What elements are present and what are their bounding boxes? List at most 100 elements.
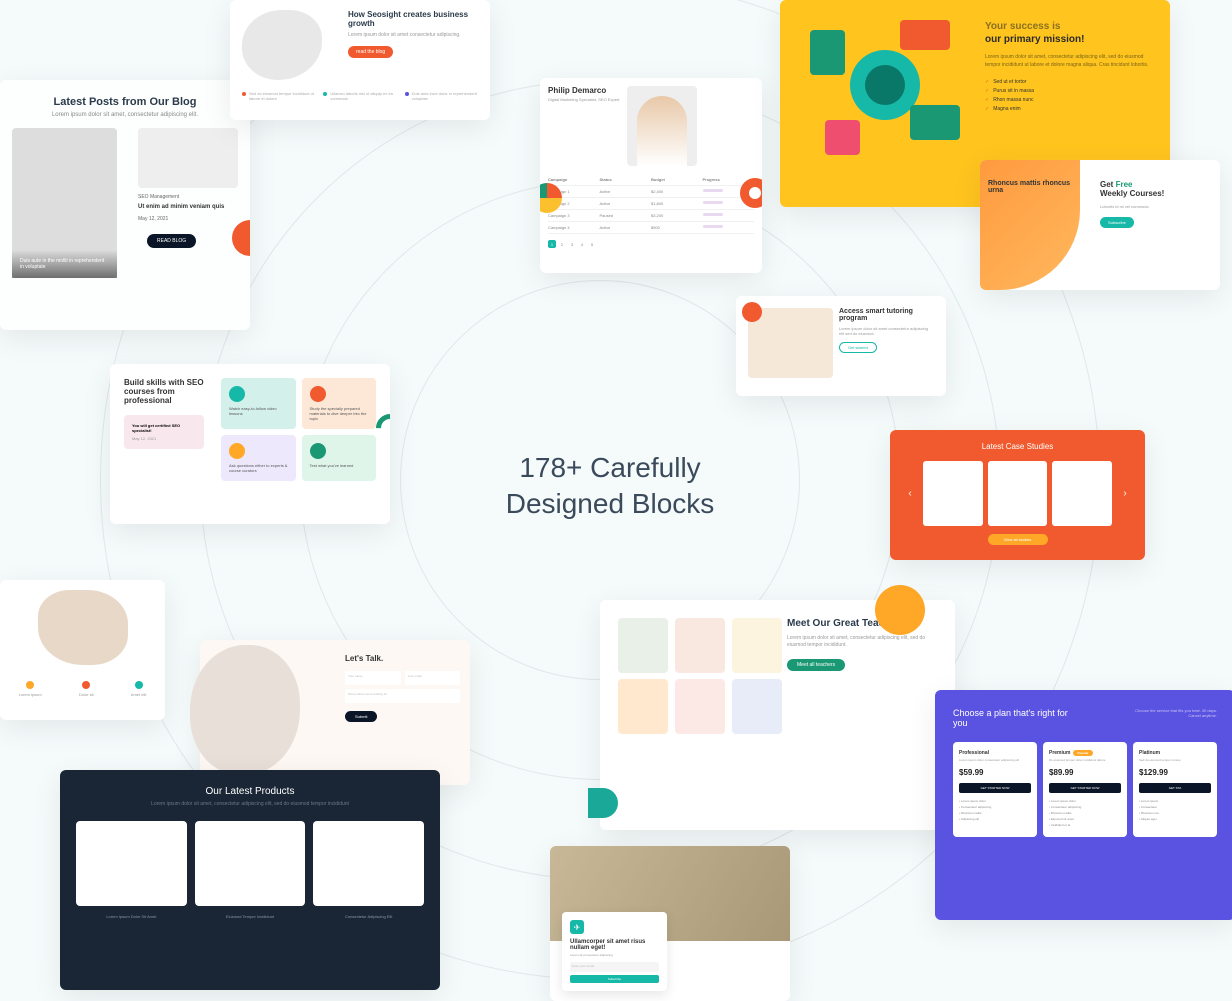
block-growth: How Seosight creates business growth Lor… xyxy=(230,0,490,120)
seo-cert-tile: You will get certified SEO specialist! M… xyxy=(124,415,204,449)
block-weekly-courses: Rhoncus mattis rhoncus urna Get FreeWeek… xyxy=(980,160,1220,290)
blog-featured-image[interactable]: Duis aute in the mollit in reprehenderit… xyxy=(12,128,117,278)
teacher-photo[interactable] xyxy=(732,618,782,673)
plan-cta-button[interactable]: GET STA xyxy=(1139,783,1211,793)
newsletter-subscribe-button[interactable]: Subscribe xyxy=(570,975,659,983)
products-title: Our Latest Products xyxy=(76,786,424,797)
read-blog-button[interactable]: READ BLOG xyxy=(147,234,196,248)
page-button[interactable]: 2 xyxy=(558,240,566,248)
plan-cta-button[interactable]: GET STARTED NOW xyxy=(959,783,1031,793)
pricing-plan[interactable]: Professional Lorem ipsum dolor consectet… xyxy=(953,742,1037,837)
case-study-card[interactable] xyxy=(1052,461,1112,526)
next-arrow[interactable]: › xyxy=(1117,461,1133,526)
seo-tile[interactable]: Watch easy-to-follow video lessons xyxy=(221,378,296,429)
block-contact-form: Let's Talk. Your name Your email Tell us… xyxy=(200,640,470,785)
block-products-dark: Our Latest Products Lorem ipsum dolor si… xyxy=(60,770,440,990)
block-case-studies-orange: Latest Case Studies ‹ › View all studies xyxy=(890,430,1145,560)
bullet-item: ✓Rhon massa nunc xyxy=(985,97,1150,103)
plan-cta-button[interactable]: GET STARTED NOW xyxy=(1049,783,1121,793)
decorative-semicircle xyxy=(232,220,250,256)
table-row[interactable]: Campaign 1Active$2,400 xyxy=(548,186,754,198)
email-input[interactable]: Your email xyxy=(405,671,461,685)
block-newsletter: ✈ Ullamcorper sit amet risus nullam eget… xyxy=(550,846,790,1001)
teacher-photo[interactable] xyxy=(618,679,668,734)
mission-graphic xyxy=(800,20,980,160)
tutoring-title: Access smart tutoring program xyxy=(839,308,934,322)
page-button[interactable]: 4 xyxy=(578,240,586,248)
bullet-item: ✓Sed ut et tortor xyxy=(985,79,1150,85)
newsletter-email-input[interactable]: Enter your email xyxy=(570,962,659,972)
feature-dot: Lorem ipsum xyxy=(19,681,42,697)
pricing-title: Choose a plan that's right for you xyxy=(953,708,1073,728)
growth-cta-button[interactable]: read the blog xyxy=(348,46,393,58)
blog-subtitle: Lorem ipsum dolor sit amet, consectetur … xyxy=(12,112,238,118)
growth-column: Sed do eiusmod tempor incididunt ut labo… xyxy=(242,91,315,101)
bullet-item: ✓Magna enim xyxy=(985,106,1150,112)
seo-tile[interactable]: Study the specially prepared materials t… xyxy=(302,378,377,429)
pricing-plan[interactable]: PremiumPopular Do eiusmod tempor dolor i… xyxy=(1043,742,1127,837)
profile-role: Digital Marketing Specialist, SEO Expert xyxy=(548,97,619,102)
contact-person-image xyxy=(190,645,300,775)
person-image xyxy=(38,590,128,665)
growth-title: How Seosight creates business growth xyxy=(348,10,478,28)
submit-button[interactable]: Submit xyxy=(345,711,377,722)
weekly-title: Get FreeWeekly Courses! xyxy=(1100,180,1210,198)
teacher-photo[interactable] xyxy=(732,679,782,734)
feature-dot: Amet elit xyxy=(131,681,147,697)
case-studies-cta-button[interactable]: View all studies xyxy=(988,534,1048,545)
table-row[interactable]: Campaign 2Active$1,800 xyxy=(548,198,754,210)
blog-side-post[interactable]: SEO Management Ut enim ad minim veniam q… xyxy=(138,128,238,222)
profile-table: CampaignStatusBudgetProgressCampaign 1Ac… xyxy=(548,174,754,234)
seo-tile[interactable]: Test what you've learned xyxy=(302,435,377,481)
name-input[interactable]: Your name xyxy=(345,671,401,685)
block-laptop-person: Lorem ipsum Dolor sit Amet elit xyxy=(0,580,165,720)
pricing-plan[interactable]: Platinum Sed do eiusmod tempor cursus $1… xyxy=(1133,742,1217,837)
profile-name: Philip Demarco xyxy=(548,86,619,95)
case-study-card[interactable] xyxy=(988,461,1048,526)
message-input[interactable]: Tell us what you're looking for xyxy=(345,689,460,703)
product-card[interactable] xyxy=(76,821,187,906)
decorative-circle xyxy=(875,585,925,635)
block-profile-table: Philip Demarco Digital Marketing Special… xyxy=(540,78,762,273)
case-studies-title: Latest Case Studies xyxy=(902,442,1133,451)
decorative-semicircle xyxy=(588,788,618,818)
block-seo-skills: Build skills with SEO courses from profe… xyxy=(110,364,390,524)
seo-tile[interactable]: Ask questions either to experts & course… xyxy=(221,435,296,481)
bullet-item: ✓Purus sit in massa xyxy=(985,88,1150,94)
decorative-ring xyxy=(740,178,762,208)
product-card[interactable] xyxy=(195,821,306,906)
weekly-subscribe-button[interactable]: Subscribe xyxy=(1100,217,1134,228)
paper-plane-icon: ✈ xyxy=(570,920,584,934)
table-row[interactable]: Campaign 3Paused$3,200 xyxy=(548,210,754,222)
growth-column: Ullamco laboris nisi ut aliquip ex ea co… xyxy=(323,91,396,101)
growth-column: Duis aute irure dolor in reprehenderit v… xyxy=(405,91,478,101)
teacher-photo[interactable] xyxy=(618,618,668,673)
case-study-card[interactable] xyxy=(923,461,983,526)
newsletter-title: Ullamcorper sit amet risus nullam eget! xyxy=(570,939,659,951)
block-teachers: Meet Our Great Teacher Lorem ipsum dolor… xyxy=(600,600,955,830)
tutoring-image xyxy=(748,308,833,378)
contact-title: Let's Talk. xyxy=(345,654,460,663)
profile-avatar xyxy=(637,96,687,166)
table-row[interactable]: Campaign 4Active$900 xyxy=(548,222,754,234)
tutoring-cta-button[interactable]: Get started xyxy=(839,342,877,353)
pagination[interactable]: 12345 xyxy=(548,240,754,248)
prev-arrow[interactable]: ‹ xyxy=(902,461,918,526)
hero-title: 178+ Carefully Designed Blocks xyxy=(480,450,740,523)
teachers-cta-button[interactable]: Meet all teachers xyxy=(787,659,845,671)
teacher-photo[interactable] xyxy=(675,679,725,734)
product-card[interactable] xyxy=(313,821,424,906)
block-tutoring: Access smart tutoring program Lorem ipsu… xyxy=(736,296,946,396)
block-blog: Latest Posts from Our Blog Lorem ipsum d… xyxy=(0,80,250,330)
blog-featured-caption: Duis aute in the mollit in reprehenderit… xyxy=(12,250,117,278)
seo-title: Build skills with SEO courses from profe… xyxy=(124,378,204,405)
feature-dot: Dolor sit xyxy=(79,681,94,697)
page-button[interactable]: 5 xyxy=(588,240,596,248)
blog-title: Latest Posts from Our Blog xyxy=(12,96,238,108)
page-button[interactable]: 3 xyxy=(568,240,576,248)
mission-title: Your success isour primary mission! xyxy=(985,20,1150,46)
weekly-left-title: Rhoncus mattis rhoncus urna xyxy=(980,160,1080,214)
page-button[interactable]: 1 xyxy=(548,240,556,248)
block-pricing: Choose a plan that's right for you Choos… xyxy=(935,690,1232,920)
teacher-photo[interactable] xyxy=(675,618,725,673)
